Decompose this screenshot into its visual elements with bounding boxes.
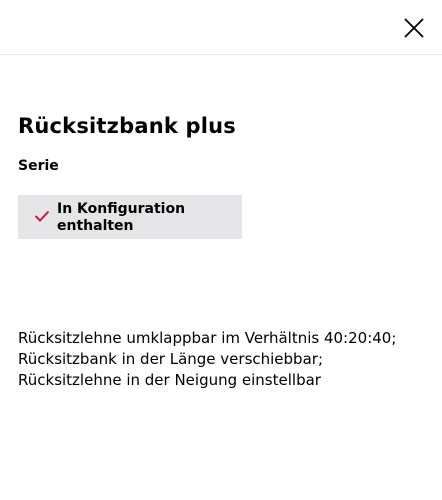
feature-detail-dialog: Rücksitzbank plus Serie In Konfiguration…	[0, 0, 442, 500]
configuration-status-label: In Konfiguration enthalten	[57, 201, 186, 234]
configuration-status-badge: In Konfiguration enthalten	[18, 195, 242, 239]
dialog-header	[0, 0, 442, 55]
close-icon	[404, 18, 424, 38]
feature-description: Rücksitzlehne umklappbar im Verhältnis 4…	[18, 329, 397, 389]
close-button[interactable]	[400, 14, 428, 42]
feature-category-label: Serie	[18, 158, 59, 174]
checkmark-icon	[34, 210, 50, 222]
page-title: Rücksitzbank plus	[18, 114, 237, 138]
